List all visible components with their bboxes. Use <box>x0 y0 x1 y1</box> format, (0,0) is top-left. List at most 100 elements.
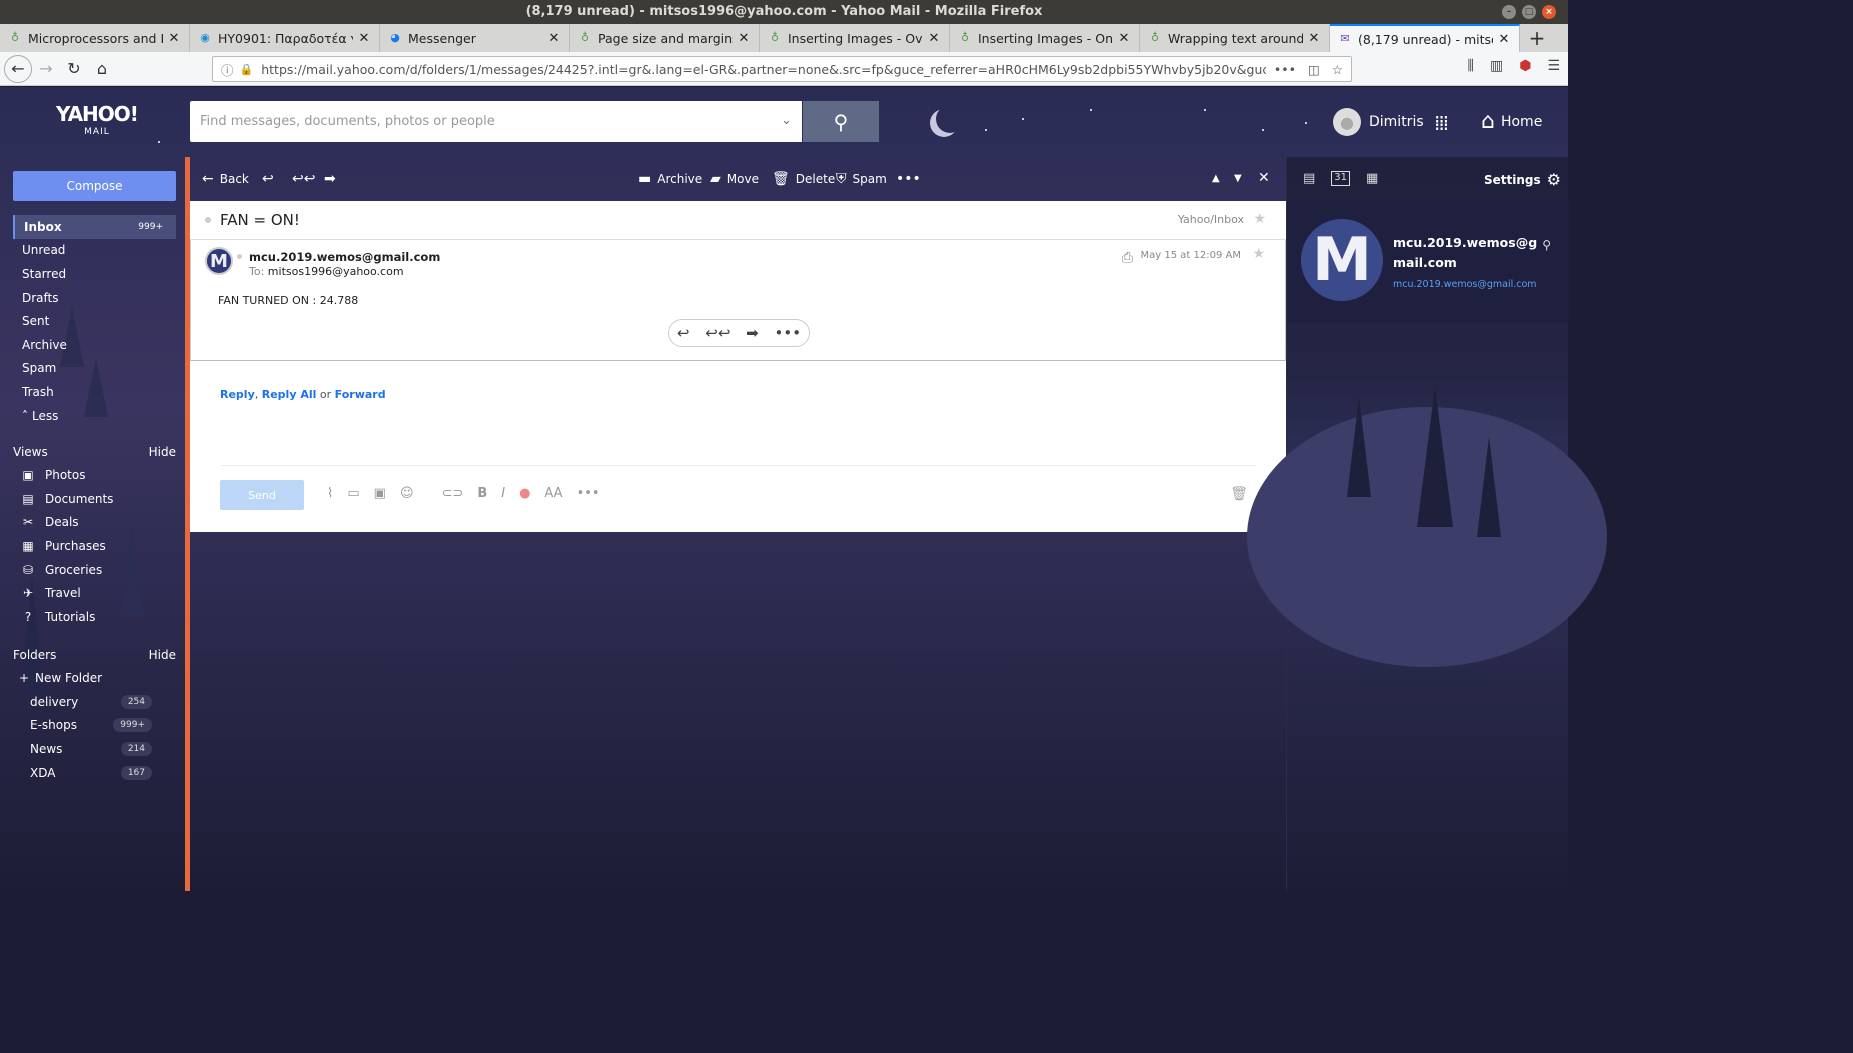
view-item-deals[interactable]: ✂ Deals <box>13 510 176 534</box>
sticker-icon[interactable]: ▣ <box>374 486 386 501</box>
reply-all-link[interactable]: Reply All <box>262 388 317 401</box>
url-bar[interactable]: ⓘ 🔒 https://mail.yahoo.com/d/folders/1/m… <box>212 56 1352 82</box>
bookmark-star-icon[interactable]: ☆ <box>1332 62 1343 77</box>
new-tab-button[interactable]: + <box>1520 24 1554 52</box>
home-icon[interactable]: ⌂ <box>88 55 116 83</box>
font-size-icon[interactable]: AA <box>544 486 562 501</box>
yahoo-mail-logo[interactable]: YAHOO! MAIL <box>56 104 139 141</box>
view-item-groceries[interactable]: ⛁ Groceries <box>13 558 176 582</box>
read-status-dot[interactable] <box>205 217 211 223</box>
link-icon[interactable]: ⊂⊃ <box>442 486 464 501</box>
close-tab-icon[interactable]: ✕ <box>1307 31 1321 46</box>
new-folder-button[interactable]: + New Folder <box>13 666 176 690</box>
print-icon[interactable]: ⎙ <box>1122 250 1133 266</box>
sidebar-item-unread[interactable]: Unread <box>13 239 176 263</box>
back-arrow-icon[interactable]: ← <box>4 54 32 83</box>
apps-grid-icon[interactable]: ⁞⁞⁞ <box>1434 111 1449 135</box>
view-item-tutorials[interactable]: ? Tutorials <box>13 605 176 629</box>
close-tab-icon[interactable]: ✕ <box>1117 31 1131 46</box>
notepad-icon[interactable]: ▦ <box>1366 171 1378 186</box>
calendar-icon[interactable]: 31 <box>1331 171 1351 186</box>
previous-message-icon[interactable]: ▲ <box>1212 173 1220 184</box>
contact-card-icon[interactable]: ▤ <box>1303 171 1315 186</box>
sidebar-item-trash[interactable]: Trash <box>13 380 176 404</box>
browser-tab[interactable]: ◕ Messenger ✕ <box>380 24 570 52</box>
view-item-photos[interactable]: ▣ Photos <box>13 463 176 487</box>
page-actions-icon[interactable]: ••• <box>1274 62 1296 77</box>
attachment-icon[interactable]: ⌇ <box>327 486 333 501</box>
recipient-email[interactable]: mitsos1996@yahoo.com <box>268 265 404 278</box>
forward-icon[interactable]: ➡ <box>746 324 759 342</box>
view-item-purchases[interactable]: ▦ Purchases <box>13 534 176 558</box>
sidebar-item-starred[interactable]: Starred <box>13 262 176 286</box>
more-actions-button[interactable]: ••• <box>896 171 921 187</box>
search-icon[interactable]: ⚲ <box>1542 238 1551 252</box>
emoji-icon[interactable]: ☺ <box>400 486 414 501</box>
browser-tab[interactable]: ♁ Microprocessors and Pe ✕ <box>0 24 190 52</box>
forward-arrow-icon[interactable]: → <box>32 55 60 83</box>
pocket-icon[interactable]: ◫ <box>1308 62 1320 77</box>
close-tab-icon[interactable]: ✕ <box>357 31 371 46</box>
minimize-icon[interactable]: – <box>1502 5 1516 19</box>
compose-button[interactable]: Compose <box>13 171 176 201</box>
sender-email[interactable]: mcu.2019.wemos@gmail.com <box>249 250 440 264</box>
folder-item-eshops[interactable]: E-shops 999+ <box>13 713 176 737</box>
browser-tab-active[interactable]: ✉ (8,179 unread) - mitsos1 ✕ <box>1330 24 1520 52</box>
sidebar-item-drafts[interactable]: Drafts <box>13 286 176 310</box>
user-menu[interactable]: ● Dimitris <box>1333 108 1424 136</box>
reply-link[interactable]: Reply <box>220 388 255 401</box>
close-message-icon[interactable]: ✕ <box>1258 170 1270 186</box>
forward-button[interactable]: ➡ <box>324 171 336 187</box>
close-tab-icon[interactable]: ✕ <box>927 31 941 46</box>
gif-icon[interactable]: ▭ <box>347 486 359 501</box>
browser-tab[interactable]: ♁ Wrapping text around fi ✕ <box>1140 24 1330 52</box>
views-hide-link[interactable]: Hide <box>149 445 176 459</box>
view-item-documents[interactable]: ▤ Documents <box>13 487 176 511</box>
close-tab-icon[interactable]: ✕ <box>1497 32 1511 47</box>
browser-tab[interactable]: ♁ Inserting Images - Online ✕ <box>950 24 1140 52</box>
folder-item-news[interactable]: News 214 <box>13 737 176 761</box>
folder-item-delivery[interactable]: delivery 254 <box>13 690 176 714</box>
delete-button[interactable]: 🗑 Delete <box>772 171 835 187</box>
browser-tab[interactable]: ◉ HY0901: Παραδοτέα για ✕ <box>190 24 380 52</box>
search-button[interactable]: ⚲ <box>803 101 879 142</box>
menu-icon[interactable]: ☰ <box>1547 58 1560 74</box>
browser-tab[interactable]: ♁ Inserting Images - Overle ✕ <box>760 24 950 52</box>
discard-trash-icon[interactable]: 🗑 <box>1230 486 1248 502</box>
read-status-dot[interactable] <box>237 254 242 259</box>
send-button[interactable]: Send <box>220 480 304 510</box>
library-icon[interactable]: ⫼ <box>1468 58 1474 74</box>
spam-button[interactable]: ⛨ Spam <box>836 171 887 187</box>
next-message-icon[interactable]: ▼ <box>1234 173 1242 184</box>
sidebar-item-sent[interactable]: Sent <box>13 309 176 333</box>
home-link[interactable]: ⌂ Home <box>1481 109 1542 134</box>
sidebar-item-spam[interactable]: Spam <box>13 357 176 381</box>
folders-hide-link[interactable]: Hide <box>149 648 176 662</box>
sidebar-icon[interactable]: ▥ <box>1490 58 1503 74</box>
star-icon[interactable]: ★ <box>1252 246 1265 262</box>
chevron-down-icon[interactable]: ⌄ <box>781 113 792 128</box>
back-button[interactable]: ← Back <box>202 171 249 187</box>
view-item-travel[interactable]: ✈ Travel <box>13 581 176 605</box>
reply-button[interactable]: ↩ <box>262 171 274 187</box>
reply-all-icon[interactable]: ↩↩ <box>705 324 730 342</box>
folder-item-xda[interactable]: XDA 167 <box>13 761 176 785</box>
close-tab-icon[interactable]: ✕ <box>167 31 181 46</box>
contact-email[interactable]: mcu.2019.wemos@gmail.com <box>1393 279 1537 290</box>
archive-button[interactable]: ▬ Archive <box>638 171 702 187</box>
info-icon[interactable]: ⓘ <box>221 60 234 79</box>
sidebar-item-archive[interactable]: Archive <box>13 333 176 357</box>
close-window-icon[interactable]: × <box>1542 5 1556 19</box>
sidebar-item-inbox[interactable]: Inbox 999+ <box>13 215 176 239</box>
close-tab-icon[interactable]: ✕ <box>547 31 561 46</box>
browser-tab[interactable]: ♁ Page size and margins - C ✕ <box>570 24 760 52</box>
adblock-icon[interactable]: ⬢ <box>1519 58 1531 74</box>
settings-button[interactable]: Settings ⚙ <box>1484 170 1561 189</box>
search-input[interactable]: Find messages, documents, photos or peop… <box>190 101 802 142</box>
italic-icon[interactable]: I <box>501 486 505 501</box>
forward-link[interactable]: Forward <box>335 388 386 401</box>
reply-all-button[interactable]: ↩↩ <box>292 171 315 187</box>
sidebar-less-toggle[interactable]: ˄ Less <box>13 404 176 428</box>
reply-icon[interactable]: ↩ <box>677 324 690 342</box>
star-icon[interactable]: ★ <box>1253 211 1266 227</box>
